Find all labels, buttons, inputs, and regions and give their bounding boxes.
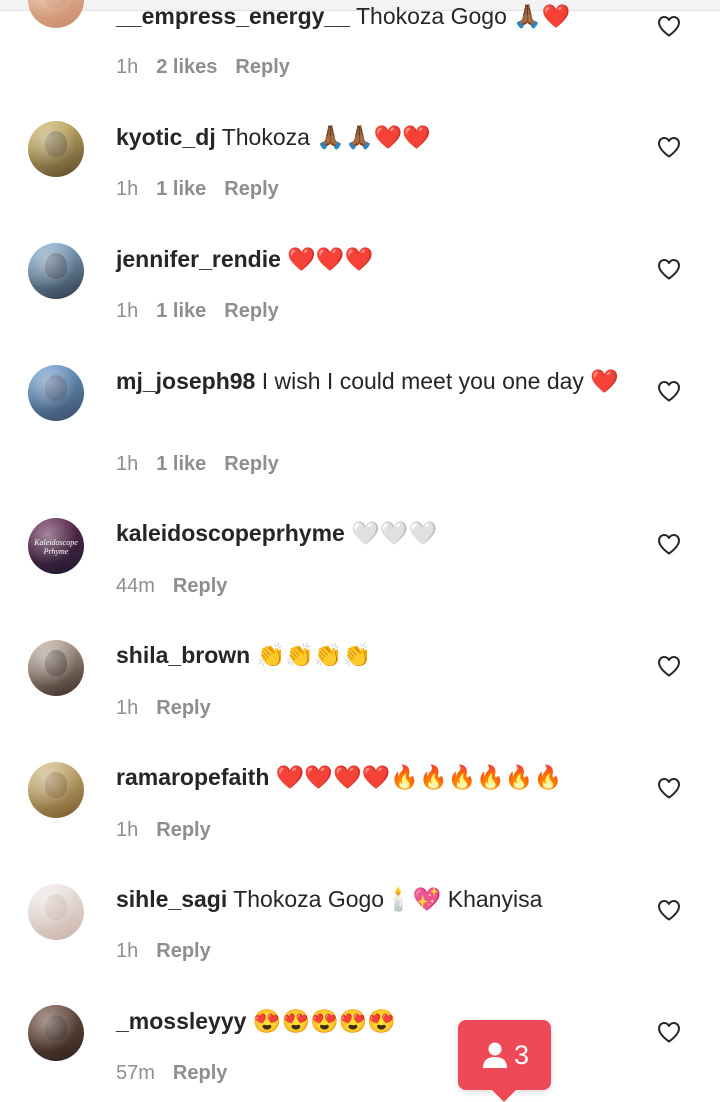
avatar[interactable]: [28, 0, 84, 28]
comment-body: __empress_energy__ Thokoza Gogo 🙏🏾❤️: [116, 1, 626, 32]
avatar-shine: [28, 121, 84, 177]
reply-button[interactable]: Reply: [235, 56, 289, 78]
heart-outline-icon[interactable]: [657, 899, 681, 921]
likes-count-link[interactable]: 1 like: [156, 453, 206, 475]
comment-username[interactable]: __empress_energy__: [116, 3, 350, 29]
reply-button[interactable]: Reply: [156, 697, 210, 719]
comment-time: 1h: [116, 178, 139, 200]
comment-body: kaleidoscopeprhyme 🤍🤍🤍: [116, 518, 626, 549]
heart-outline-icon[interactable]: [657, 1021, 681, 1043]
avatar-shine: [28, 243, 84, 299]
comment-time: 57m: [116, 1062, 155, 1084]
avatar[interactable]: [28, 762, 84, 818]
avatar[interactable]: Kaleidoscope Prhyme: [28, 518, 84, 574]
likes-count-link[interactable]: 2 likes: [156, 56, 217, 78]
comment-meta: 57m Reply: [116, 1061, 245, 1085]
heart-outline-icon[interactable]: [657, 655, 681, 677]
comment-body: sihle_sagi Thokoza Gogo🕯️💖 Khanyisa: [116, 884, 626, 915]
comment-meta: 1h 1 like Reply: [116, 177, 297, 201]
comment-text: Thokoza Gogo🕯️💖 Khanyisa: [233, 886, 543, 912]
avatar[interactable]: [28, 640, 84, 696]
reply-button[interactable]: Reply: [224, 178, 278, 200]
comment-time: 44m: [116, 575, 155, 597]
comment-meta: 44m Reply: [116, 574, 245, 598]
avatar-shine: [28, 365, 84, 421]
likes-count-link[interactable]: 1 like: [156, 300, 206, 322]
activity-badge[interactable]: 3: [458, 1020, 551, 1090]
avatar-shine: [28, 640, 84, 696]
comment-text: ❤️❤️❤️: [287, 246, 374, 272]
comment-username[interactable]: jennifer_rendie: [116, 246, 281, 272]
comment-meta: 1h 2 likes Reply: [116, 55, 308, 79]
comment-body: jennifer_rendie ❤️❤️❤️: [116, 244, 626, 275]
avatar-shine: [28, 518, 84, 574]
person-icon: [483, 1042, 507, 1068]
comment-time: 1h: [116, 453, 139, 475]
comment-meta: 1h Reply: [116, 696, 229, 720]
reply-button[interactable]: Reply: [224, 300, 278, 322]
badge-pointer: [492, 1090, 516, 1102]
heart-outline-icon[interactable]: [657, 533, 681, 555]
heart-outline-icon[interactable]: [657, 15, 681, 37]
comment-username[interactable]: kaleidoscopeprhyme: [116, 520, 345, 546]
comment-text: 🤍🤍🤍: [351, 520, 438, 546]
badge-count: 3: [514, 1040, 530, 1070]
avatar[interactable]: [28, 243, 84, 299]
comment-username[interactable]: shila_brown: [116, 642, 250, 668]
avatar-shine: [28, 0, 84, 28]
reply-button[interactable]: Reply: [173, 575, 227, 597]
avatar-shine: [28, 762, 84, 818]
comment-text: Thokoza Gogo 🙏🏾❤️: [355, 3, 571, 29]
comment-body: shila_brown 👏👏👏👏: [116, 640, 626, 671]
avatar-shine: [28, 1005, 84, 1061]
comment-meta: 1h Reply: [116, 818, 229, 842]
comment-body: ramaropefaith ❤️❤️❤️❤️🔥🔥🔥🔥🔥🔥: [116, 762, 626, 793]
comment-text: 😍😍😍😍😍: [252, 1008, 397, 1034]
comment-text: 👏👏👏👏: [256, 642, 372, 668]
comment-username[interactable]: sihle_sagi: [116, 886, 227, 912]
comment-body: kyotic_dj Thokoza 🙏🏾🙏🏾❤️❤️: [116, 122, 626, 153]
comment-time: 1h: [116, 819, 139, 841]
comment-text: I wish I could meet you one day ❤️: [261, 368, 619, 394]
comment-username[interactable]: ramaropefaith: [116, 764, 269, 790]
reply-button[interactable]: Reply: [173, 1062, 227, 1084]
heart-outline-icon[interactable]: [657, 258, 681, 280]
comment-username[interactable]: kyotic_dj: [116, 124, 216, 150]
comment-meta: 1h 1 like Reply: [116, 452, 297, 476]
heart-outline-icon[interactable]: [657, 777, 681, 799]
heart-outline-icon[interactable]: [657, 136, 681, 158]
comment-text: Thokoza 🙏🏾🙏🏾❤️❤️: [221, 124, 431, 150]
reply-button[interactable]: Reply: [156, 940, 210, 962]
avatar[interactable]: [28, 884, 84, 940]
avatar[interactable]: [28, 121, 84, 177]
comment-time: 1h: [116, 56, 139, 78]
comment-meta: 1h Reply: [116, 939, 229, 963]
comment-text: ❤️❤️❤️❤️🔥🔥🔥🔥🔥🔥: [275, 764, 563, 790]
reply-button[interactable]: Reply: [224, 453, 278, 475]
heart-outline-icon[interactable]: [657, 380, 681, 402]
comment-username[interactable]: _mossleyyy: [116, 1008, 246, 1034]
avatar[interactable]: [28, 365, 84, 421]
comment-time: 1h: [116, 697, 139, 719]
avatar-shine: [28, 884, 84, 940]
comment-time: 1h: [116, 300, 139, 322]
likes-count-link[interactable]: 1 like: [156, 178, 206, 200]
reply-button[interactable]: Reply: [156, 819, 210, 841]
comment-username[interactable]: mj_joseph98: [116, 368, 255, 394]
comment-body: mj_joseph98 I wish I could meet you one …: [116, 366, 626, 397]
comment-time: 1h: [116, 940, 139, 962]
avatar[interactable]: [28, 1005, 84, 1061]
comment-meta: 1h 1 like Reply: [116, 299, 297, 323]
